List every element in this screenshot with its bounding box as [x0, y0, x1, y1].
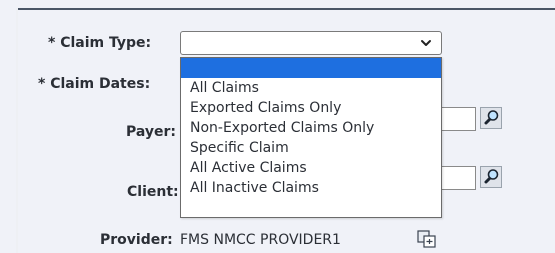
dropdown-option-all-inactive-claims[interactable]: All Inactive Claims [181, 178, 441, 198]
panel-left-border [16, 8, 18, 253]
chevron-down-icon[interactable] [420, 37, 432, 49]
magnifier-icon[interactable] [480, 166, 502, 188]
dropdown-option-non-exported-claims-only[interactable]: Non-Exported Claims Only [181, 118, 441, 138]
provider-label: Provider: [100, 232, 173, 248]
claim-filter-panel: * Claim Type: * Claim Dates: Payer: Clie… [0, 0, 555, 253]
client-input[interactable] [442, 166, 476, 190]
magnifier-icon[interactable] [480, 107, 502, 129]
dropdown-option-all-claims[interactable]: All Claims [181, 78, 441, 98]
dropdown-option-exported-claims-only[interactable]: Exported Claims Only [181, 98, 441, 118]
payer-input[interactable] [442, 107, 476, 131]
dropdown-option-blank[interactable] [181, 58, 441, 78]
claim-type-select[interactable] [180, 31, 442, 55]
copy-icon[interactable] [417, 230, 437, 248]
payer-label: Payer: [126, 124, 177, 140]
claim-type-label: * Claim Type: [48, 35, 152, 51]
claim-dates-label: * Claim Dates: [38, 76, 151, 92]
provider-value: FMS NMCC PROVIDER1 [180, 232, 341, 248]
client-label: Client: [127, 184, 179, 200]
claim-type-dropdown-list: All Claims Exported Claims Only Non-Expo… [180, 57, 442, 218]
panel-top-border [18, 8, 555, 10]
dropdown-option-all-active-claims[interactable]: All Active Claims [181, 158, 441, 178]
dropdown-option-specific-claim[interactable]: Specific Claim [181, 138, 441, 158]
